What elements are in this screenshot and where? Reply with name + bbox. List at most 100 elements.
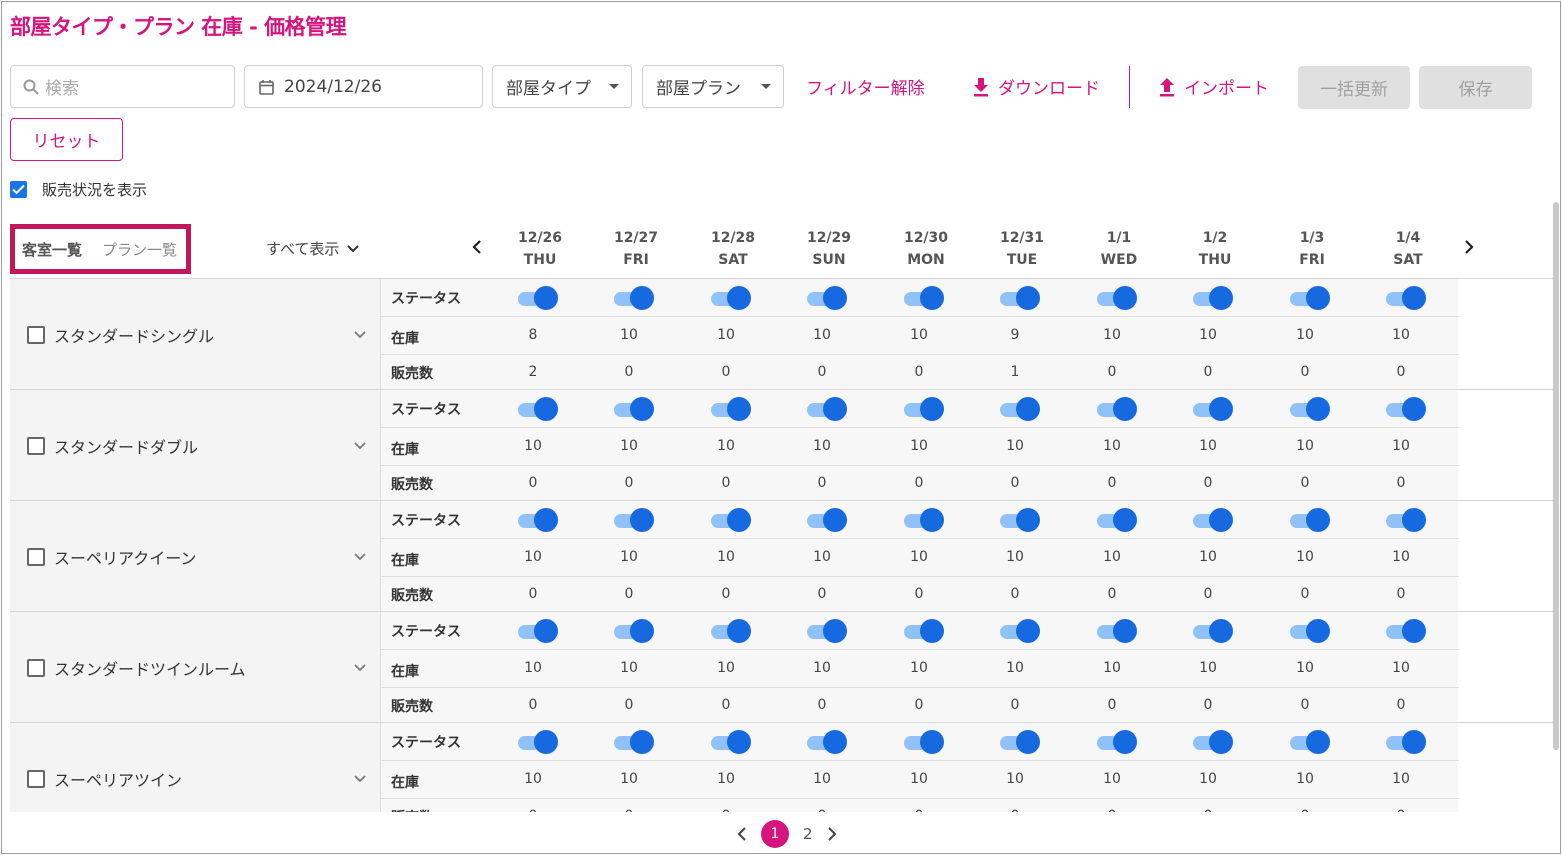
stock-cell[interactable]: 10 (696, 327, 756, 343)
status-toggle[interactable] (902, 397, 944, 421)
room-checkbox[interactable] (27, 547, 45, 566)
stock-cell[interactable]: 10 (1178, 660, 1238, 676)
room-checkbox[interactable] (27, 436, 45, 455)
status-toggle[interactable] (612, 397, 654, 421)
status-toggle[interactable] (516, 619, 558, 643)
search-input[interactable]: 検索 (10, 65, 235, 108)
stock-cell[interactable]: 10 (503, 438, 563, 454)
download-button[interactable]: ダウンロード (972, 74, 1100, 99)
status-toggle[interactable] (1384, 397, 1426, 421)
page-button[interactable]: 2 (803, 825, 813, 843)
stock-cell[interactable]: 9 (985, 327, 1045, 343)
chevron-down-icon[interactable] (354, 552, 366, 561)
status-toggle[interactable] (1095, 397, 1137, 421)
stock-cell[interactable]: 10 (1082, 438, 1142, 454)
stock-cell[interactable]: 10 (1275, 327, 1335, 343)
status-toggle[interactable] (1191, 508, 1233, 532)
stock-cell[interactable]: 10 (985, 438, 1045, 454)
stock-cell[interactable]: 10 (1082, 771, 1142, 787)
stock-cell[interactable]: 10 (889, 438, 949, 454)
stock-cell[interactable]: 10 (889, 660, 949, 676)
status-toggle[interactable] (1288, 619, 1330, 643)
stock-cell[interactable]: 10 (599, 771, 659, 787)
stock-cell[interactable]: 10 (985, 771, 1045, 787)
chevron-down-icon[interactable] (354, 441, 366, 450)
status-toggle[interactable] (1384, 619, 1426, 643)
stock-cell[interactable]: 10 (599, 549, 659, 565)
stock-cell[interactable]: 10 (696, 771, 756, 787)
import-button[interactable]: インポート (1158, 74, 1269, 99)
status-toggle[interactable] (805, 619, 847, 643)
status-toggle[interactable] (612, 508, 654, 532)
status-toggle[interactable] (1095, 508, 1137, 532)
status-toggle[interactable] (1288, 286, 1330, 310)
reset-button[interactable]: リセット (10, 118, 123, 161)
status-toggle[interactable] (902, 619, 944, 643)
room-checkbox[interactable] (27, 658, 45, 677)
status-toggle[interactable] (516, 286, 558, 310)
status-toggle[interactable] (1288, 508, 1330, 532)
room-checkbox[interactable] (27, 769, 45, 788)
stock-cell[interactable]: 10 (1275, 549, 1335, 565)
status-toggle[interactable] (612, 619, 654, 643)
stock-cell[interactable]: 10 (1371, 327, 1431, 343)
save-button[interactable]: 保存 (1419, 66, 1532, 109)
chevron-down-icon[interactable] (354, 663, 366, 672)
status-toggle[interactable] (612, 286, 654, 310)
vertical-scrollbar[interactable] (1553, 202, 1559, 750)
stock-cell[interactable]: 10 (1082, 549, 1142, 565)
stock-cell[interactable]: 10 (1371, 549, 1431, 565)
tab-room-list[interactable]: 客室一覧 (22, 239, 82, 260)
bulk-update-button[interactable]: 一括更新 (1298, 66, 1410, 109)
status-toggle[interactable] (612, 730, 654, 754)
status-toggle[interactable] (1384, 508, 1426, 532)
status-toggle[interactable] (516, 730, 558, 754)
status-toggle[interactable] (709, 730, 751, 754)
status-toggle[interactable] (1095, 730, 1137, 754)
status-toggle[interactable] (1288, 397, 1330, 421)
stock-cell[interactable]: 10 (792, 549, 852, 565)
stock-cell[interactable]: 10 (889, 549, 949, 565)
stock-cell[interactable]: 10 (792, 438, 852, 454)
tab-plan-list[interactable]: プラン一覧 (102, 239, 177, 260)
stock-cell[interactable]: 10 (696, 438, 756, 454)
status-toggle[interactable] (998, 619, 1040, 643)
status-toggle[interactable] (1095, 286, 1137, 310)
status-toggle[interactable] (805, 286, 847, 310)
date-picker[interactable]: 2024/12/26 (244, 65, 483, 108)
stock-cell[interactable]: 10 (985, 549, 1045, 565)
chevron-down-icon[interactable] (354, 330, 366, 339)
stock-cell[interactable]: 10 (1178, 327, 1238, 343)
show-sales-checkbox[interactable]: 販売状況を表示 (10, 179, 147, 200)
stock-cell[interactable]: 10 (1178, 771, 1238, 787)
chevron-down-icon[interactable] (354, 774, 366, 783)
stock-cell[interactable]: 10 (792, 327, 852, 343)
chevron-right-icon[interactable] (827, 827, 837, 841)
stock-cell[interactable]: 10 (599, 438, 659, 454)
stock-cell[interactable]: 10 (503, 660, 563, 676)
page-button-current[interactable]: 1 (761, 820, 789, 848)
status-toggle[interactable] (1191, 286, 1233, 310)
stock-cell[interactable]: 10 (696, 660, 756, 676)
status-toggle[interactable] (805, 508, 847, 532)
stock-cell[interactable]: 10 (1275, 771, 1335, 787)
stock-cell[interactable]: 10 (503, 549, 563, 565)
status-toggle[interactable] (902, 286, 944, 310)
room-type-select[interactable]: 部屋タイプ (492, 65, 632, 108)
stock-cell[interactable]: 10 (599, 327, 659, 343)
status-toggle[interactable] (709, 286, 751, 310)
stock-cell[interactable]: 10 (1371, 660, 1431, 676)
chevron-left-icon[interactable] (737, 827, 747, 841)
status-toggle[interactable] (516, 508, 558, 532)
status-toggle[interactable] (1384, 730, 1426, 754)
stock-cell[interactable]: 10 (1178, 549, 1238, 565)
status-toggle[interactable] (805, 397, 847, 421)
status-toggle[interactable] (516, 397, 558, 421)
stock-cell[interactable]: 10 (1371, 438, 1431, 454)
next-week-button[interactable] (1464, 238, 1474, 259)
stock-cell[interactable]: 10 (889, 771, 949, 787)
show-all-toggle[interactable]: すべて表示 (266, 238, 360, 259)
status-toggle[interactable] (1191, 619, 1233, 643)
stock-cell[interactable]: 10 (1082, 660, 1142, 676)
status-toggle[interactable] (902, 508, 944, 532)
